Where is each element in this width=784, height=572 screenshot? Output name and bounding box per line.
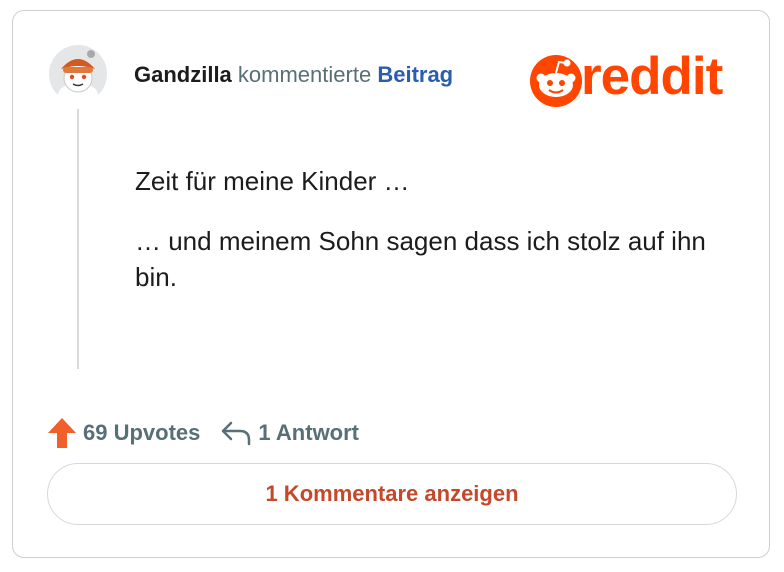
comment-header: Gandzilla kommentierte Beitrag bbox=[134, 62, 453, 88]
post-link[interactable]: Beitrag bbox=[377, 62, 453, 87]
upvote-count: 69 Upvotes bbox=[83, 420, 201, 445]
reddit-snoo-icon bbox=[530, 55, 582, 107]
comment-body: Zeit für meine Kinder … … und meinem Soh… bbox=[135, 163, 735, 319]
avatar[interactable] bbox=[49, 45, 107, 103]
username-link[interactable]: Gandzilla bbox=[134, 62, 232, 87]
comment-paragraph-1: Zeit für meine Kinder … bbox=[135, 166, 410, 196]
thread-line bbox=[77, 109, 79, 369]
upvote-arrow-icon bbox=[48, 418, 76, 448]
upvote-button[interactable]: 69 Upvotes bbox=[47, 417, 200, 449]
reply-count: 1 Antwort bbox=[258, 420, 360, 445]
comment-paragraph-2: … und meinem Sohn sagen dass ich stolz a… bbox=[135, 226, 706, 292]
view-comments-button[interactable]: 1 Kommentare anzeigen bbox=[47, 463, 737, 525]
comment-card: Gandzilla kommentierte Beitrag reddit Ze… bbox=[12, 10, 770, 558]
reply-button[interactable]: 1 Antwort bbox=[220, 420, 359, 446]
reply-arrow-icon bbox=[222, 421, 251, 446]
comment-actions: 69 Upvotes 1 Antwort bbox=[47, 415, 379, 451]
reddit-wordmark: reddit bbox=[581, 47, 723, 106]
action-verb: kommentierte bbox=[237, 62, 372, 87]
avatar-image bbox=[49, 45, 107, 103]
reddit-logo[interactable]: reddit bbox=[529, 47, 741, 109]
